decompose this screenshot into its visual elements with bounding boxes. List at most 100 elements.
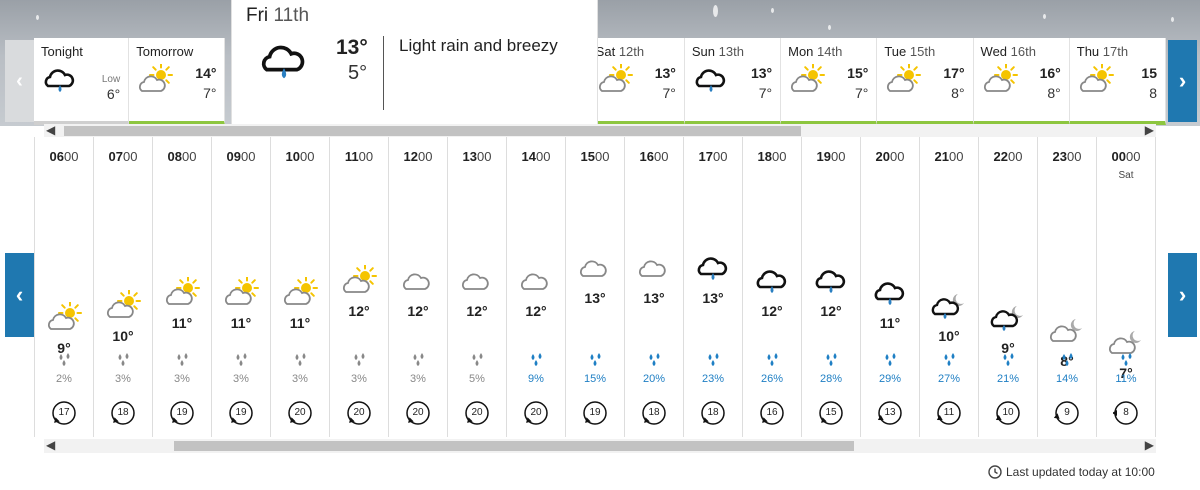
precipitation-chance: 29%: [878, 373, 902, 385]
wind-speed-value: 9: [1064, 407, 1070, 418]
day-tomorrow[interactable]: Tomorrow 14° 7°: [129, 38, 226, 125]
wind-speed-value: 20: [530, 407, 542, 418]
hour-temperature: 10°: [112, 327, 134, 344]
sunny-intervals-icon: [223, 276, 259, 309]
day-sun[interactable]: Sun 13th 13° 7°: [684, 38, 782, 125]
precipitation-chance: 3%: [292, 373, 308, 385]
day-sat[interactable]: Sat 12th 13° 7°: [588, 38, 685, 125]
precipitation-icon: [413, 353, 424, 366]
hour-time: 2100: [934, 149, 964, 164]
precipitation-chance: 20%: [642, 373, 666, 385]
last-updated-text: Last updated today at 10:00: [1006, 465, 1155, 479]
hour-time: 0800: [167, 149, 197, 164]
day-low: 6°: [106, 86, 121, 102]
sunny-intervals-icon: [282, 276, 318, 309]
sunny-intervals-icon: [982, 63, 1018, 96]
day-name: Sun 13th: [691, 44, 744, 59]
hour-temperature: 11°: [171, 315, 193, 331]
wind-speed: 10: [995, 400, 1021, 426]
wind-speed-value: 16: [766, 407, 778, 418]
hours-next-arrow[interactable]: ›: [1168, 253, 1197, 337]
day-name: Wed 16th: [980, 44, 1036, 59]
hour-column: 0800 11° 3% 19: [153, 137, 212, 437]
scrollbar-thumb[interactable]: [174, 441, 854, 451]
scroll-right-icon[interactable]: ▶: [1145, 123, 1154, 137]
selected-day-low: 5°: [348, 62, 368, 84]
precipitation-icon: [295, 353, 306, 366]
hour-temperature: 12°: [761, 302, 783, 319]
wind-speed-value: 20: [353, 407, 365, 418]
hour-column: 0700 10° 3% 18: [94, 137, 153, 437]
precipitation-icon: [472, 353, 483, 366]
wind-speed: 17: [51, 400, 77, 426]
day-thu[interactable]: Thu 17th 15 8: [1069, 38, 1166, 125]
raindrop-decoration: [1171, 17, 1174, 22]
hours-scrollbar[interactable]: ◀ ▶: [44, 438, 1156, 453]
hour-column: 0900 11° 3% 19: [212, 137, 271, 437]
day-name: Tonight: [41, 44, 83, 59]
day-high: 15: [1141, 65, 1157, 81]
precipitation-chance: 27%: [937, 373, 961, 385]
day-high: 17°: [943, 65, 965, 81]
hour-column: 2000 11° 29% 13: [861, 137, 920, 437]
scrollbar-thumb[interactable]: [64, 126, 801, 136]
raindrop-decoration: [828, 25, 831, 30]
precipitation-chance: 3%: [174, 373, 190, 385]
precipitation-chance: 5%: [469, 373, 485, 385]
raindrop-decoration: [1043, 14, 1046, 19]
wind-speed: 20: [405, 400, 431, 426]
wind-speed-value: 20: [294, 407, 306, 418]
selected-day-description: Light rain and breezy: [399, 36, 558, 55]
day-high: 16°: [1039, 65, 1061, 81]
hour-temperature: 12°: [407, 302, 429, 319]
hour-column: 1100 12° 3% 20: [330, 137, 389, 437]
hour-time: 0900: [226, 149, 256, 164]
scroll-left-icon[interactable]: ◀: [46, 123, 55, 137]
scroll-left-icon[interactable]: ◀: [46, 438, 55, 452]
wind-speed: 20: [464, 400, 490, 426]
day-high: 14°: [195, 65, 217, 81]
day-tue[interactable]: Tue 15th 17° 8°: [877, 38, 974, 125]
day-tonight[interactable]: Tonight Low 6°: [34, 38, 130, 125]
day-mon[interactable]: Mon 14th 15° 7°: [781, 38, 878, 125]
precipitation-icon: [59, 353, 70, 366]
hour-temperature: 11°: [289, 315, 311, 331]
day-low: 7°: [662, 85, 676, 101]
precipitation-icon: [826, 353, 837, 366]
hour-temperature: 12°: [348, 302, 370, 319]
day-low: 8°: [951, 85, 965, 101]
selected-day-high: 13°: [336, 36, 368, 59]
precipitation-icon: [1062, 353, 1073, 366]
light-rain-icon: [693, 64, 729, 96]
wind-speed: 9: [1053, 400, 1080, 426]
precipitation-chance: 23%: [701, 373, 725, 385]
wind-speed: 11: [936, 400, 962, 426]
wind-speed: 18: [700, 400, 726, 426]
precipitation-chance: 15%: [583, 373, 607, 385]
precipitation-chance: 3%: [233, 373, 249, 385]
days-next-arrow[interactable]: ›: [1168, 40, 1197, 122]
cloudy-icon: [577, 252, 613, 284]
hour-column: 0600 9° 2% 17: [35, 137, 94, 437]
day-wed[interactable]: Wed 16th 16° 8°: [973, 38, 1070, 125]
days-scrollbar[interactable]: ◀ ▶: [44, 123, 1156, 138]
hours-prev-arrow[interactable]: ‹: [5, 253, 34, 337]
precipitation-icon: [1003, 353, 1014, 366]
scroll-right-icon[interactable]: ▶: [1145, 438, 1154, 452]
hour-temperature: 13°: [702, 290, 724, 306]
sunny-intervals-icon: [137, 63, 174, 96]
sunny-intervals-icon: [105, 288, 141, 322]
wind-speed: 20: [346, 400, 372, 426]
precipitation-icon: [649, 353, 660, 366]
precipitation-icon: [708, 353, 719, 366]
raindrop-decoration: [36, 15, 39, 20]
sunny-intervals-icon: [597, 63, 633, 96]
hour-column: 1300 12° 5% 20: [448, 137, 507, 437]
hour-temperature: 10°: [938, 327, 960, 344]
days-prev-arrow[interactable]: ‹: [5, 40, 34, 122]
hour-column: 1600 13° 20% 18: [625, 137, 684, 437]
precipitation-icon: [767, 353, 778, 366]
sunny-intervals-icon: [789, 63, 826, 96]
hour-temperature: 13°: [584, 290, 606, 306]
day-name: Sat 12th: [595, 44, 645, 59]
